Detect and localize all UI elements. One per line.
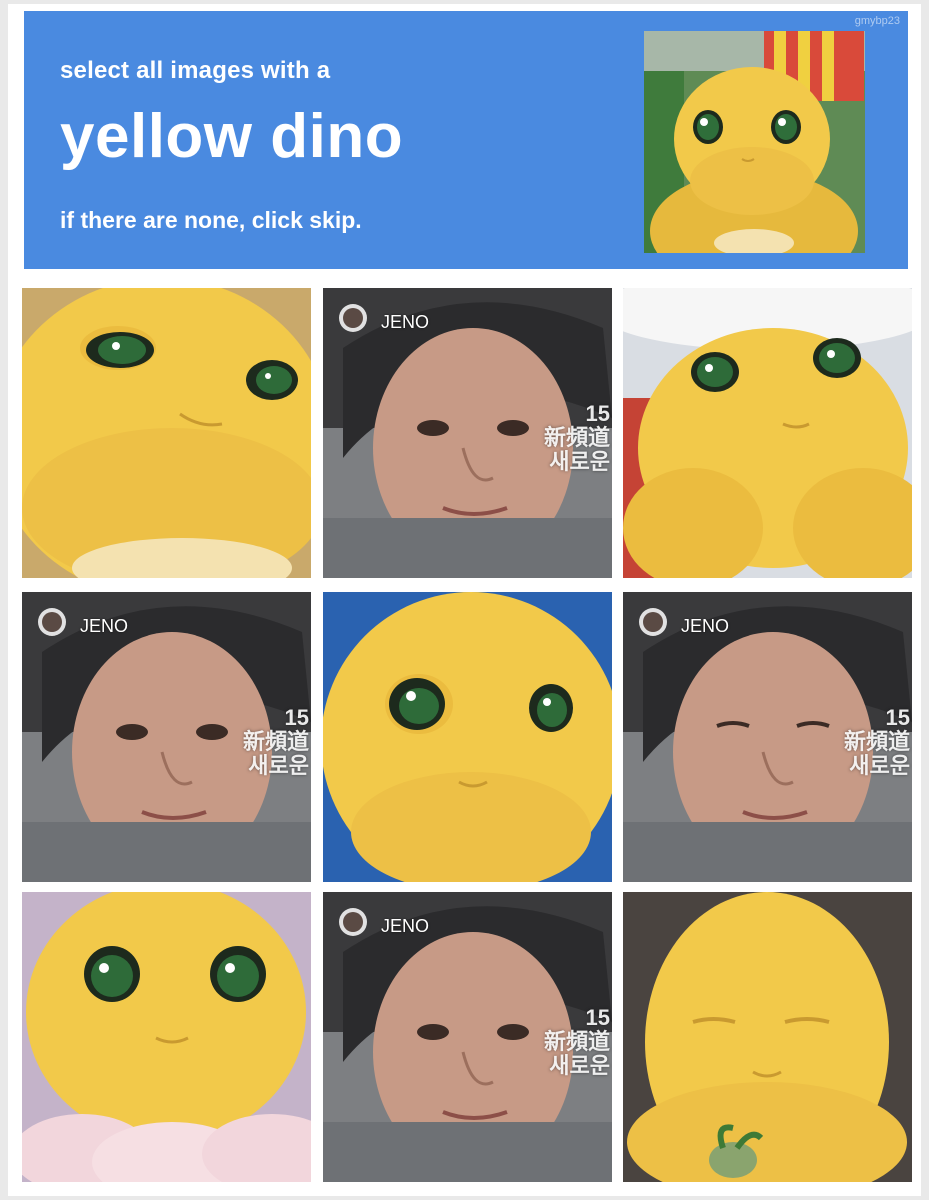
captcha-header: gmybp23 select all images with a yellow … — [24, 11, 908, 269]
grid-tile-4[interactable]: JENO 15 新頻道 새로운 — [22, 592, 311, 882]
overlay-text: 15 新頻道 새로운 — [543, 1005, 610, 1078]
watermark: gmybp23 — [854, 15, 900, 27]
instruction-target: yellow dino — [60, 102, 404, 171]
instruction-line-1: select all images with a — [60, 57, 331, 84]
watermark-label: JENO — [80, 616, 129, 636]
overlay-text: 15 新頻道 새로운 — [242, 705, 309, 778]
grid-tile-9[interactable] — [623, 892, 912, 1182]
reference-image-yellow-dino — [644, 31, 865, 253]
grid-tile-6[interactable]: JENO 15 新頻道 새로운 — [623, 592, 912, 882]
instruction-line-3: if there are none, click skip. — [60, 207, 362, 233]
grid-tile-5[interactable] — [323, 592, 612, 882]
grid-tile-7[interactable] — [22, 892, 311, 1182]
grid-tile-2[interactable]: JENO 15 新頻道 새로운 — [323, 288, 612, 578]
image-grid: JENO 15 新頻道 새로운 JENO 15 新頻道 새로운 JENO 15 … — [22, 288, 912, 1184]
overlay-text: 15 新頻道 새로운 — [843, 705, 910, 778]
watermark-label: JENO — [381, 312, 430, 332]
grid-tile-3[interactable] — [623, 288, 912, 578]
watermark-label: JENO — [681, 616, 730, 636]
overlay-text: 15 新頻道 새로운 — [543, 401, 610, 474]
grid-tile-1[interactable] — [22, 288, 311, 578]
watermark-label: JENO — [381, 916, 430, 936]
grid-tile-8[interactable]: JENO 15 新頻道 새로운 — [323, 892, 612, 1182]
